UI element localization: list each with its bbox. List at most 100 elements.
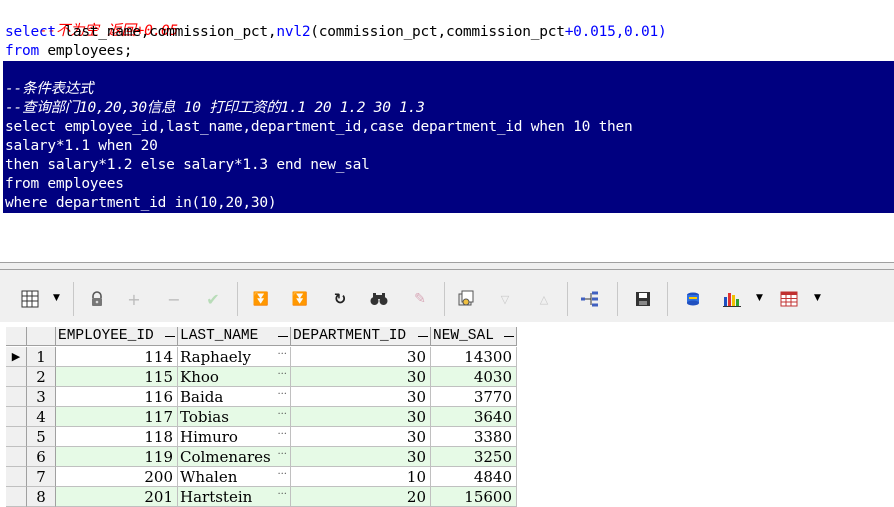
row-number[interactable]: 2 [27, 367, 56, 387]
ellipsis-button[interactable]: ... [277, 367, 287, 382]
cell-department-id[interactable]: 30 [291, 427, 431, 447]
cell-last-name[interactable]: Khoo... [178, 367, 291, 387]
ellipsis-button[interactable]: ... [277, 447, 287, 462]
cell-last-name[interactable]: Whalen... [178, 467, 291, 487]
cell-new-sal[interactable]: 3250 [431, 447, 517, 467]
column-header-department-id[interactable]: DEPARTMENT_ID [291, 327, 431, 346]
cell-new-sal[interactable]: 3640 [431, 407, 517, 427]
row-number[interactable]: 7 [27, 467, 56, 487]
results-grid[interactable]: EMPLOYEE_ID LAST_NAME DEPARTMENT_ID NEW_… [0, 322, 894, 507]
table-row[interactable]: 4 117 Tobias... 30 3640 [6, 407, 517, 427]
cell-department-id[interactable]: 30 [291, 447, 431, 467]
cell-last-name[interactable]: Tobias... [178, 407, 291, 427]
table-row[interactable]: ▶ 1 114 Raphaely... 30 14300 [6, 347, 517, 367]
row-indicator[interactable] [6, 407, 27, 427]
grid-toolbar: ▼ + − ✔ ⏬ ⏬ ↻ ✎ ▽ △ ▼ ▼ [0, 270, 894, 322]
ellipsis-button[interactable]: ... [277, 487, 287, 502]
table-row[interactable]: 3 116 Baida... 30 3770 [6, 387, 517, 407]
row-number[interactable]: 8 [27, 487, 56, 507]
filter-icon[interactable]: ⏬ [290, 289, 310, 309]
cell-employee-id[interactable]: 200 [56, 467, 178, 487]
row-indicator[interactable]: ▶ [6, 347, 27, 367]
row-number[interactable]: 5 [27, 427, 56, 447]
cell-new-sal[interactable]: 14300 [431, 347, 517, 367]
toolbar-separator [617, 282, 618, 316]
row-indicator[interactable] [6, 487, 27, 507]
cell-last-name[interactable]: Himuro... [178, 427, 291, 447]
table-icon[interactable] [779, 289, 799, 309]
chevron-down-icon[interactable]: ▼ [756, 293, 763, 303]
cell-last-name[interactable]: Raphaely... [178, 347, 291, 367]
sort-marker [504, 336, 514, 337]
cell-employee-id[interactable]: 119 [56, 447, 178, 467]
column-header-new-sal[interactable]: NEW_SAL [431, 327, 517, 346]
check-icon[interactable]: ✔ [203, 289, 223, 309]
query-icon[interactable] [456, 289, 476, 309]
row-indicator[interactable] [6, 467, 27, 487]
table-row[interactable]: 6 119 Colmenares... 30 3250 [6, 447, 517, 467]
row-number[interactable]: 4 [27, 407, 56, 427]
arrow-up-icon[interactable]: △ [534, 289, 554, 309]
column-header-employee-id[interactable]: EMPLOYEE_ID [56, 327, 178, 346]
database-icon[interactable] [683, 289, 703, 309]
add-icon[interactable]: + [124, 289, 144, 309]
cell-last-name[interactable]: Colmenares... [178, 447, 291, 467]
cell-last-name[interactable]: Hartstein... [178, 487, 291, 507]
row-number[interactable]: 1 [27, 347, 56, 367]
chart-icon[interactable] [722, 289, 742, 309]
cell-department-id[interactable]: 30 [291, 347, 431, 367]
row-indicator[interactable] [6, 367, 27, 387]
remove-icon[interactable]: − [164, 289, 184, 309]
selected-line-7: where department_id in(10,20,30) [5, 195, 277, 211]
toolbar-separator [667, 282, 668, 316]
cell-employee-id[interactable]: 118 [56, 427, 178, 447]
cell-employee-id[interactable]: 201 [56, 487, 178, 507]
row-indicator[interactable] [6, 447, 27, 467]
cell-employee-id[interactable]: 115 [56, 367, 178, 387]
cell-department-id[interactable]: 10 [291, 467, 431, 487]
ellipsis-button[interactable]: ... [277, 427, 287, 442]
ellipsis-button[interactable]: ... [277, 387, 287, 402]
ellipsis-button[interactable]: ... [277, 467, 287, 482]
cell-last-name[interactable]: Baida... [178, 387, 291, 407]
editor-line-2: select last_name,commission_pct,nvl2(com… [5, 23, 667, 42]
pane-splitter[interactable] [0, 262, 894, 270]
row-number[interactable]: 3 [27, 387, 56, 407]
cell-new-sal[interactable]: 4030 [431, 367, 517, 387]
cell-employee-id[interactable]: 114 [56, 347, 178, 367]
ellipsis-button[interactable]: ... [277, 407, 287, 422]
find-icon[interactable] [369, 289, 389, 309]
grid-view-icon[interactable] [20, 289, 40, 309]
cell-new-sal[interactable]: 15600 [431, 487, 517, 507]
column-header-last-name[interactable]: LAST_NAME [178, 327, 291, 346]
cell-department-id[interactable]: 20 [291, 487, 431, 507]
refresh-icon[interactable]: ↻ [330, 289, 350, 309]
cell-department-id[interactable]: 30 [291, 367, 431, 387]
filter-down-icon[interactable]: ⏬ [251, 289, 271, 309]
cell-new-sal[interactable]: 3380 [431, 427, 517, 447]
row-number[interactable]: 6 [27, 447, 56, 467]
tree-icon[interactable] [581, 289, 601, 309]
function-nvl2: nvl2 [276, 24, 311, 40]
cell-new-sal[interactable]: 4840 [431, 467, 517, 487]
ellipsis-button[interactable]: ... [277, 347, 287, 362]
cell-department-id[interactable]: 30 [291, 387, 431, 407]
table-row[interactable]: 8 201 Hartstein... 20 15600 [6, 487, 517, 507]
cell-employee-id[interactable]: 116 [56, 387, 178, 407]
cell-department-id[interactable]: 30 [291, 407, 431, 427]
table-row[interactable]: 2 115 Khoo... 30 4030 [6, 367, 517, 387]
save-icon[interactable] [633, 289, 653, 309]
row-indicator[interactable] [6, 387, 27, 407]
toolbar-separator [444, 282, 445, 316]
clear-icon[interactable]: ✎ [410, 289, 430, 309]
cell-new-sal[interactable]: 3770 [431, 387, 517, 407]
arrow-down-icon[interactable]: ▽ [495, 289, 515, 309]
chevron-down-icon[interactable]: ▼ [53, 293, 60, 303]
table-row[interactable]: 5 118 Himuro... 30 3380 [6, 427, 517, 447]
row-indicator[interactable] [6, 427, 27, 447]
chevron-down-icon[interactable]: ▼ [814, 293, 821, 303]
table-row[interactable]: 7 200 Whalen... 10 4840 [6, 467, 517, 487]
sql-editor[interactable]: --不为空 返回+0.05 select last_name,commissio… [0, 0, 894, 262]
cell-employee-id[interactable]: 117 [56, 407, 178, 427]
lock-icon[interactable] [87, 289, 107, 309]
